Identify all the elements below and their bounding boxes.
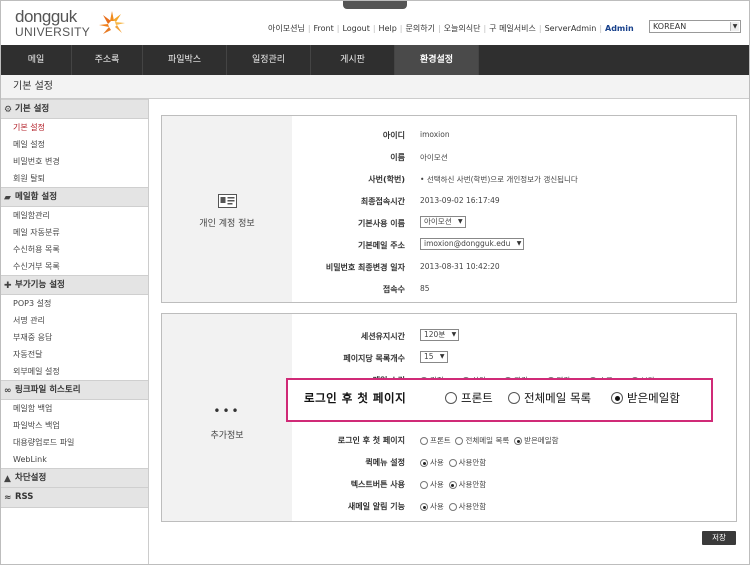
nav-board[interactable]: 게시판 [311, 45, 395, 75]
first-page-radio-inbox[interactable] [514, 437, 523, 445]
sidebar-item-forward[interactable]: 자동전달 [1, 346, 148, 363]
rss-icon: ≈ [4, 493, 12, 503]
header: dongguk UNIVERSITY 아이모션님 | Front | Logout | [1, 1, 749, 45]
sidebar-section-basic[interactable]: ⚙ 기본 설정 [1, 99, 148, 119]
chevron-down-icon: ▼ [730, 22, 739, 31]
sidebar-item-block-list[interactable]: 수신거부 목록 [1, 258, 148, 275]
quick-menu-radio-use[interactable] [420, 459, 428, 467]
menu-link[interactable]: 오늘의식단 [441, 23, 484, 34]
more-icon: ••• [213, 404, 241, 418]
callout-radio-front[interactable] [445, 392, 457, 404]
quick-menu-radio-nouse[interactable] [448, 459, 457, 467]
sidebar-item-password[interactable]: 비밀번호 변경 [1, 153, 148, 170]
text-button-radio-nouse[interactable] [448, 481, 457, 489]
user-name-link[interactable]: 아이모션님 [265, 23, 308, 34]
link-icon: ∞ [4, 386, 12, 396]
new-mail-radio-nouse[interactable] [448, 503, 457, 511]
default-email-select[interactable]: imoxion@dongguk.edu [420, 238, 525, 250]
nav-mail[interactable]: 메일 [1, 45, 72, 75]
new-mail-radio-use[interactable] [420, 503, 428, 511]
row-password-changed: 비밀번호 최종변경 일자 2013-08-31 10:42:20 [325, 262, 500, 272]
row-session: 세션유지시간 120분 [292, 325, 732, 347]
row-id: 아이디 imoxion [382, 130, 450, 140]
row-first-page: 로그인 후 첫 페이지 프론트 전체메일 목록 받은메일함 [337, 436, 559, 445]
sidebar-item-mail-backup[interactable]: 메일함 백업 [1, 400, 148, 417]
logo-subtext: UNIVERSITY [15, 25, 91, 39]
top-links: 아이모션님 | Front | Logout | Help | 문의하기 | 오늘의식단 |… [265, 22, 637, 34]
plugin-icon: ✚ [4, 281, 12, 291]
save-button[interactable]: 저장 [702, 531, 736, 545]
callout-radio-all[interactable] [508, 392, 520, 404]
inquiry-link[interactable]: 문의하기 [403, 23, 438, 34]
sidebar-item-basic-settings[interactable]: 기본 설정 [1, 119, 148, 136]
sidebar-section-block[interactable]: ▲ 차단설정 [1, 468, 148, 488]
nav-address-book[interactable]: 주소록 [72, 45, 143, 75]
row-employee-id: 사번(학번) • 선택하신 사번(학번)으로 개인정보가 갱신됩니다 [368, 175, 578, 184]
logo[interactable]: dongguk UNIVERSITY [15, 7, 125, 41]
help-link[interactable]: Help [376, 24, 400, 33]
text-button-radio-use[interactable] [420, 481, 428, 489]
extra-info-title: 추가정보 [210, 431, 244, 441]
default-name-select[interactable]: 아이모션 [420, 216, 466, 228]
account-info-panel: 개인 계정 정보 [162, 116, 292, 302]
row-quick-menu: 퀵메뉴 설정 사용 사용안함 [365, 458, 487, 467]
app-window: dongguk UNIVERSITY 아이모션님 | Front | Logout | [0, 0, 750, 565]
main-content: 개인 계정 정보 아이디 imoxion 이름 아이모션 사번(학번) • 선택하신 … [150, 99, 749, 564]
sidebar-section-rss[interactable]: ≈ RSS [1, 488, 148, 508]
main-nav: 메일 주소록 파일박스 일정관리 게시판 환경설정 [1, 45, 749, 75]
folder-icon: ▰ [4, 193, 11, 203]
session-select[interactable]: 120분 [420, 329, 460, 341]
sidebar-item-pop3[interactable]: POP3 설정 [1, 295, 148, 312]
sidebar-item-mailbox-manage[interactable]: 메일함관리 [1, 207, 148, 224]
row-new-mail: 새메일 알림 기능 사용 사용안함 [347, 502, 487, 511]
logout-link[interactable]: Logout [339, 24, 372, 33]
language-value: KOREAN [653, 22, 687, 31]
language-select[interactable]: KOREAN ▼ [649, 20, 741, 33]
front-link[interactable]: Front [311, 24, 337, 33]
nav-schedule[interactable]: 일정관리 [227, 45, 311, 75]
sidebar-section-mailbox[interactable]: ▰ 메일함 설정 [1, 187, 148, 207]
first-page-callout: 로그인 후 첫 페이지 프론트 전체메일 목록 받은메일함 [286, 378, 713, 422]
sidebar-item-signature[interactable]: 서명 관리 [1, 312, 148, 329]
old-mail-link[interactable]: 구 메일서비스 [486, 23, 539, 34]
account-info-box: 개인 계정 정보 아이디 imoxion 이름 아이모션 사번(학번) • 선택하신 … [161, 115, 737, 303]
id-card-icon [218, 194, 237, 208]
sidebar-item-allow-list[interactable]: 수신허용 목록 [1, 241, 148, 258]
row-default-email: 기본메일 주소 imoxion@dongguk.edu [292, 234, 732, 256]
sidebar-section-link-history[interactable]: ∞ 링크파일 히스토리 [1, 380, 148, 400]
extra-info-panel: ••• 추가정보 [162, 314, 292, 521]
sidebar-item-filebox-backup[interactable]: 파일박스 백업 [1, 417, 148, 434]
sidebar-item-external[interactable]: 외부메일 설정 [1, 363, 148, 380]
block-icon: ▲ [4, 474, 11, 484]
server-admin-link[interactable]: ServerAdmin [542, 24, 600, 33]
row-name: 이름 아이모션 [390, 153, 448, 162]
row-last-login: 최종접속시간 2013-09-02 16:17:49 [360, 196, 500, 206]
sidebar-item-withdraw[interactable]: 회원 탈퇴 [1, 170, 148, 187]
nav-filebox[interactable]: 파일박스 [143, 45, 227, 75]
row-login-count: 접속수 85 [382, 284, 430, 294]
per-page-select[interactable]: 15 [420, 351, 448, 363]
callout-label: 로그인 후 첫 페이지 [304, 391, 407, 405]
page-title: 기본 설정 [1, 75, 749, 99]
row-default-name: 기본사용 이름 아이모션 [292, 212, 732, 234]
gear-icon: ⚙ [4, 105, 13, 115]
first-page-radio-all[interactable] [455, 437, 464, 445]
top-handle [343, 1, 407, 9]
admin-link[interactable]: Admin [602, 24, 637, 33]
sidebar-item-weblink[interactable]: WebLink [1, 451, 148, 468]
sidebar-section-addon[interactable]: ✚ 부가기능 설정 [1, 275, 148, 295]
sidebar-item-auto-sort[interactable]: 메일 자동분류 [1, 224, 148, 241]
row-text-button: 텍스트버튼 사용 사용 사용안함 [350, 480, 487, 489]
first-page-radio-front[interactable] [420, 437, 428, 445]
flame-icon [99, 11, 125, 34]
logo-text: dongguk [15, 7, 77, 26]
row-per-page: 페이지당 목록개수 15 [292, 347, 732, 369]
callout-radio-inbox[interactable] [611, 392, 623, 404]
account-info-title: 개인 계정 정보 [199, 219, 255, 229]
sidebar: ⚙ 기본 설정 기본 설정 메일 설정 비밀번호 변경 회원 탈퇴 ▰ 메일함 설정… [1, 99, 149, 564]
sidebar-item-bigfile[interactable]: 대용량업로드 파일 [1, 434, 148, 451]
nav-settings[interactable]: 환경설정 [395, 45, 479, 75]
sidebar-item-mail-settings[interactable]: 메일 설정 [1, 136, 148, 153]
sidebar-item-absence[interactable]: 부재중 응답 [1, 329, 148, 346]
